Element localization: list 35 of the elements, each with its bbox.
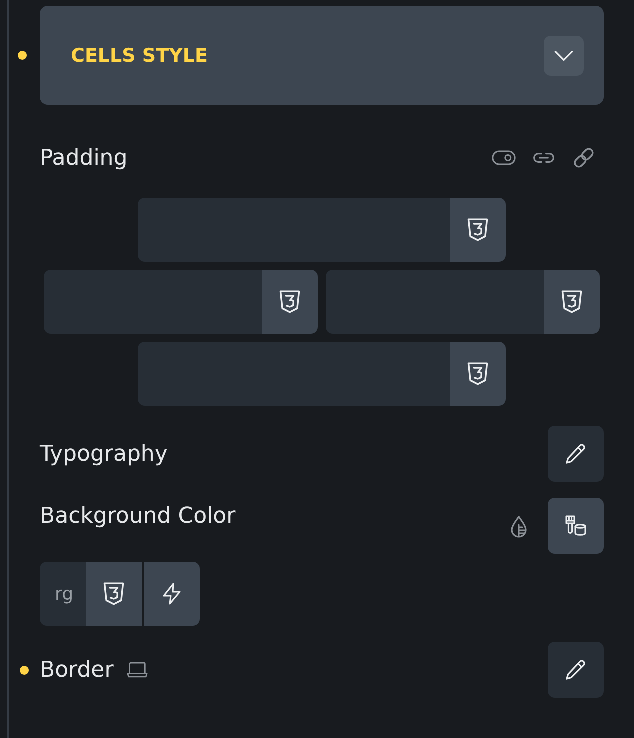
- laptop-icon[interactable]: [126, 661, 149, 679]
- chain-icon[interactable]: [572, 146, 596, 170]
- input-field[interactable]: [138, 198, 450, 262]
- shield-icon: [467, 362, 489, 386]
- brush-bucket-icon: [564, 514, 588, 538]
- shield-icon: [103, 582, 125, 606]
- typography-label: Typography: [40, 442, 168, 466]
- input-field[interactable]: [326, 270, 544, 334]
- unit-button[interactable]: [86, 562, 142, 626]
- unit-button[interactable]: [262, 270, 318, 334]
- unit-button[interactable]: [544, 270, 600, 334]
- border-label: Border: [40, 658, 114, 682]
- input-field[interactable]: [44, 270, 262, 334]
- unit-button[interactable]: [450, 198, 506, 262]
- pencil-icon: [564, 442, 588, 466]
- shield-icon: [561, 290, 583, 314]
- padding-label: Padding: [40, 146, 128, 170]
- dynamic-data-button[interactable]: [144, 562, 200, 626]
- edit-button[interactable]: [548, 426, 604, 482]
- section-header[interactable]: CELLS STYLE: [40, 6, 604, 105]
- drop-icon[interactable]: [509, 515, 529, 539]
- input-field[interactable]: [138, 342, 450, 406]
- unit-button[interactable]: [450, 342, 506, 406]
- background-color-label: Background Color: [40, 504, 236, 529]
- chevron-down-icon: [554, 50, 574, 62]
- toggle-icon[interactable]: [492, 150, 516, 166]
- link-icon[interactable]: [532, 150, 556, 166]
- shield-icon: [467, 218, 489, 242]
- section-title: CELLS STYLE: [71, 44, 208, 66]
- collapse-button[interactable]: [544, 36, 584, 76]
- edit-button[interactable]: [548, 642, 604, 698]
- shield-icon: [279, 290, 301, 314]
- color-input-field[interactable]: rg: [40, 562, 86, 626]
- paint-button[interactable]: [548, 498, 604, 554]
- pencil-icon: [564, 658, 588, 682]
